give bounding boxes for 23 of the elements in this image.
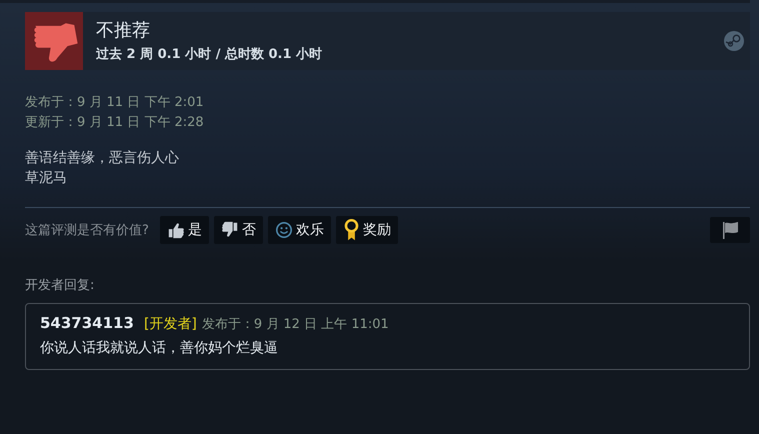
no-button[interactable]: 否: [214, 216, 263, 244]
award-button[interactable]: 奖励: [336, 216, 398, 244]
helpful-prompt: 这篇评测是否有价值?: [25, 222, 149, 239]
developer-tag: [开发者]: [144, 315, 197, 333]
thumbs-up-icon: [166, 221, 185, 239]
reply-date: 发布于：9 月 12 日 上午 11:01: [202, 316, 389, 333]
developer-name: 543734113: [40, 314, 134, 332]
yes-button[interactable]: 是: [160, 216, 209, 244]
report-flag-button[interactable]: [710, 217, 750, 243]
review-text: 草泥马: [25, 169, 68, 188]
platform-icon: [724, 31, 744, 51]
funny-button[interactable]: 欢乐: [268, 216, 331, 244]
review-date: 更新于：9 月 11 日 下午 2:28: [25, 114, 205, 132]
review-text: 善语结善缘，恶言伤人心: [25, 149, 180, 168]
playtime: 过去 2 周 0.1 小时 / 总时数 0.1 小时: [96, 46, 324, 63]
smiley-icon: [274, 221, 293, 239]
developer-response-heading: 开发者回复:: [25, 277, 96, 294]
review-date: 发布于：9 月 11 日 下午 2:01: [25, 94, 205, 112]
flag-icon: [720, 220, 740, 240]
reply-text: 你说人话我就说人话，善你妈个烂臭逼: [40, 339, 279, 357]
thumbs-down-icon: [220, 221, 239, 239]
award-icon: [342, 218, 360, 242]
review-verdict: 不推荐: [96, 19, 151, 43]
